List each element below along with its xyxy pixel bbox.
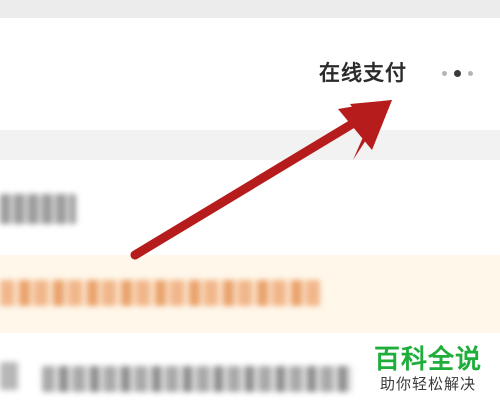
status-strip [0,0,500,18]
more-dot [468,70,473,76]
more-dots-icon[interactable] [442,66,488,80]
blurred-notice-text [0,280,320,306]
blurred-list-item [0,194,76,224]
watermark-title: 百科全说 [374,345,483,375]
more-dot [442,70,447,76]
watermark-logo: 百科全说 助你轻松解决 [364,335,500,400]
section-divider [0,130,500,160]
page-header [0,18,500,130]
blurred-list-item [0,362,18,390]
more-dot [454,69,461,77]
screenshot-stage: 在线支付 百科全说 助你轻松解决 [0,0,500,400]
blurred-list-item [42,366,352,392]
watermark-subtitle: 助你轻松解决 [380,375,477,393]
online-payment-button[interactable]: 在线支付 [319,57,407,87]
